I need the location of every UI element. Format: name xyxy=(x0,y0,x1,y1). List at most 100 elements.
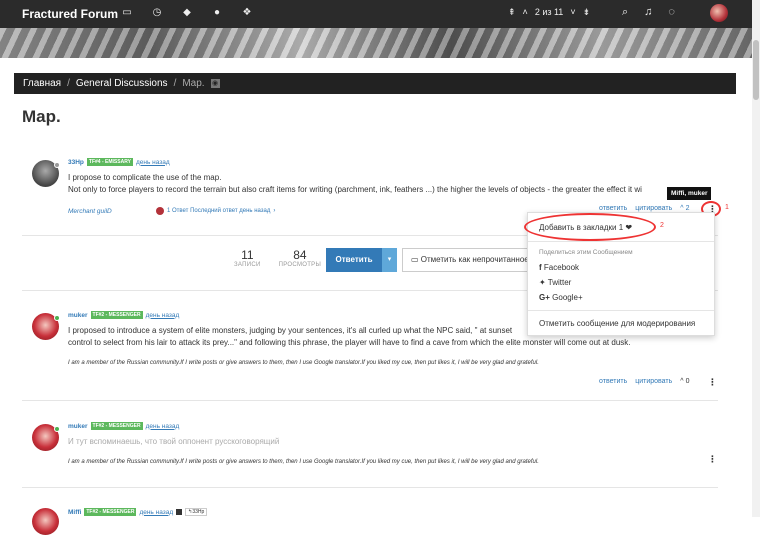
signature: I am a member of the Russian community.I… xyxy=(68,459,539,465)
reply-link[interactable]: ответить xyxy=(599,205,627,212)
post-time[interactable]: день назад xyxy=(136,159,170,166)
last-page-icon[interactable]: ⇟ xyxy=(583,7,591,18)
post-text-line: Not only to force players to record the … xyxy=(68,185,642,194)
avatar[interactable] xyxy=(32,508,59,535)
post-time[interactable]: день назад xyxy=(146,312,180,319)
group-badge[interactable]: TF#2 - MESSENGER xyxy=(90,422,143,430)
clock-icon[interactable]: ◷ xyxy=(150,7,164,18)
twitter-icon: ✦ xyxy=(539,278,546,287)
dropdown-divider xyxy=(528,241,714,242)
share-google[interactable]: G+ Google+ xyxy=(539,293,583,302)
posts-label: ЗАПИСИ xyxy=(234,262,261,268)
facebook-label: Facebook xyxy=(543,263,580,272)
username[interactable]: Miffi xyxy=(68,509,81,516)
signature: I am a member of the Russian community.I… xyxy=(68,360,539,366)
views-count: 84 xyxy=(293,248,307,262)
post-header: Miffi TF#2 - MESSENGER день назад ↰33Hp xyxy=(68,508,208,516)
avatar xyxy=(156,207,164,215)
votes-tooltip: Miffi, muker xyxy=(667,187,712,200)
signature[interactable]: Merchant guilD xyxy=(68,208,112,215)
username[interactable]: 33Hp xyxy=(68,159,84,166)
inbox-icon[interactable]: ▭ xyxy=(120,7,134,18)
replies-summary[interactable]: 1 Ответ Последний ответ день назад › xyxy=(156,207,275,215)
more-options-icon[interactable]: ⋮ xyxy=(708,454,717,465)
breadcrumb-separator: / xyxy=(67,78,70,89)
post-text-line: I propose to complicate the use of the m… xyxy=(68,173,222,182)
tags-icon[interactable]: ◆ xyxy=(180,7,194,18)
post-text-line: I proposed to introduce a system of elit… xyxy=(68,326,513,335)
scrollbar-thumb[interactable] xyxy=(753,40,759,100)
breadcrumb-category[interactable]: General Discussions xyxy=(76,78,168,89)
reply-to-tag[interactable]: ↰33Hp xyxy=(185,508,208,516)
twitter-label: Twitter xyxy=(547,278,572,287)
username[interactable]: muker xyxy=(68,423,88,430)
edit-icon xyxy=(176,509,183,515)
prev-page-icon[interactable]: ˄ xyxy=(523,7,528,18)
offline-indicator xyxy=(54,162,60,168)
inbox-icon: ▭ xyxy=(411,255,419,264)
google-plus-icon: G+ xyxy=(539,293,550,302)
topic-pager: ⇞ ˄ 2 из 11 ˅ ⇟ xyxy=(508,7,590,18)
next-page-icon[interactable]: ˅ xyxy=(570,7,575,18)
nav-icons: ▭ ◷ ◆ ● ❖ xyxy=(120,7,254,18)
post-time[interactable]: день назад xyxy=(139,509,173,516)
quote-link[interactable]: цитировать xyxy=(635,378,672,385)
highlight-oval-bookmark xyxy=(524,213,656,241)
breadcrumb-current: Map. xyxy=(182,78,205,89)
first-page-icon[interactable]: ⇞ xyxy=(508,7,516,18)
search-icon[interactable]: ⌕ xyxy=(622,6,628,19)
share-twitter[interactable]: ✦ Twitter xyxy=(539,278,571,287)
replies-text: 1 Ответ Последний ответ день назад xyxy=(167,208,271,214)
facebook-icon: f xyxy=(539,263,542,272)
reply-link[interactable]: ответить xyxy=(599,378,627,385)
post-content: I propose to complicate the use of the m… xyxy=(68,172,708,196)
pager-text[interactable]: 2 из 11 xyxy=(535,7,564,18)
breadcrumb-home[interactable]: Главная xyxy=(23,78,61,89)
header-actions: ⌕ ♫ ◌ xyxy=(622,6,675,19)
bell-icon[interactable]: ♫ xyxy=(644,6,652,19)
page-title: Map. xyxy=(22,107,61,126)
post-text-line: control to select from his lair to attac… xyxy=(68,338,631,347)
user-avatar[interactable] xyxy=(710,4,728,22)
header-banner xyxy=(0,28,752,58)
more-options-icon[interactable]: ⋮ xyxy=(708,377,717,388)
chevron-right-icon: › xyxy=(273,208,276,214)
vote-count[interactable]: 2 xyxy=(686,205,690,212)
post-actions: ответить цитировать ^ 2 xyxy=(599,205,689,212)
breadcrumb: Главная / General Discussions / Map. ◉ xyxy=(14,73,736,94)
share-header: Поделиться этим Сообщением xyxy=(539,249,633,256)
mark-unread-label: Отметить как непрочитанное xyxy=(420,255,529,264)
topic-stats: 11 ЗАПИСИ 84 ПРОСМОТРЫ xyxy=(234,248,321,268)
mark-unread-button[interactable]: ▭ Отметить как непрочитанное xyxy=(402,248,532,272)
vote-count[interactable]: 0 xyxy=(686,378,690,385)
user-icon[interactable]: ● xyxy=(210,7,224,18)
divider xyxy=(22,487,718,488)
chevron-down-icon[interactable]: ▾ xyxy=(382,248,397,272)
post-time[interactable]: день назад xyxy=(146,423,180,430)
online-indicator xyxy=(54,426,60,432)
reply-button[interactable]: Ответить xyxy=(326,248,382,272)
group-badge[interactable]: TF#2 - MESSENGER xyxy=(90,311,143,319)
share-facebook[interactable]: f Facebook xyxy=(539,263,579,272)
quote-link[interactable]: цитировать xyxy=(635,205,672,212)
username[interactable]: muker xyxy=(68,312,88,319)
annotation-number: 1 xyxy=(725,204,729,211)
posts-stat: 11 ЗАПИСИ xyxy=(234,248,261,268)
dropdown-divider xyxy=(528,310,714,311)
upvote-icon[interactable]: ^ xyxy=(680,378,683,385)
post-header: muker TF#2 - MESSENGER день назад xyxy=(68,311,179,319)
groups-icon[interactable]: ❖ xyxy=(240,7,254,18)
post-content: И тут вспоминаешь, что твой оппонент рус… xyxy=(68,437,280,446)
chat-icon[interactable]: ◌ xyxy=(668,6,675,19)
upvote-icon[interactable]: ^ xyxy=(680,205,683,212)
breadcrumb-separator: / xyxy=(173,78,177,89)
online-indicator xyxy=(54,315,60,321)
posts-count: 11 xyxy=(241,248,254,262)
views-label: ПРОСМОТРЫ xyxy=(278,262,322,268)
brand-title[interactable]: Fractured Forum xyxy=(22,7,118,21)
flag-post-item[interactable]: Отметить сообщение для модерирования xyxy=(539,319,695,328)
rss-icon[interactable]: ◉ xyxy=(210,79,220,88)
views-stat: 84 ПРОСМОТРЫ xyxy=(279,248,321,268)
group-badge[interactable]: TF#2 - MESSENGER xyxy=(84,508,137,516)
group-badge[interactable]: TF#4 - EMISSARY xyxy=(86,158,133,166)
